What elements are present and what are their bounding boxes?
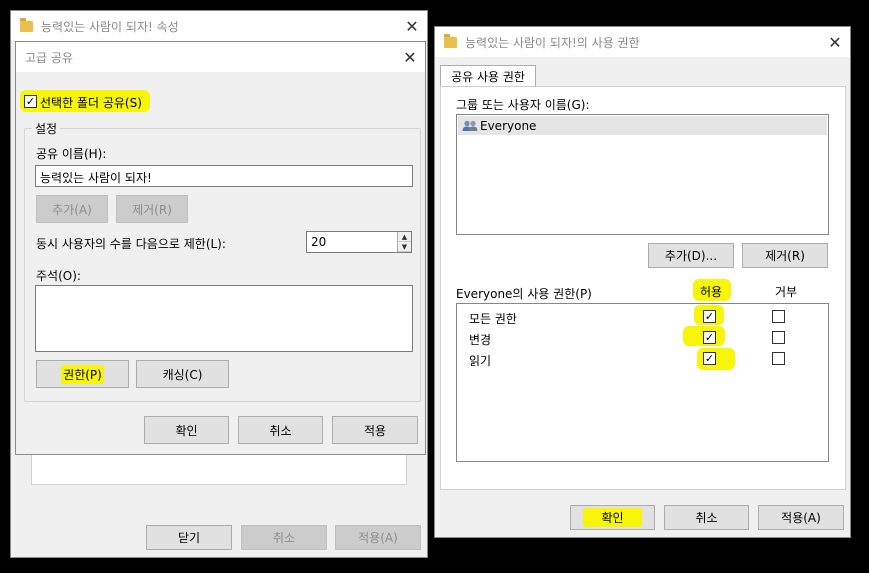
share-name-input[interactable]: 능력있는 사람이 되자! — [35, 165, 413, 187]
adv-apply-button[interactable]: 적용 — [332, 416, 418, 444]
adv-cancel-button[interactable]: 취소 — [238, 416, 323, 444]
perm-cancel-button[interactable]: 취소 — [664, 505, 749, 530]
add-share-button[interactable]: 추가(A) — [36, 195, 108, 223]
add-user-button[interactable]: 추가(D)... — [648, 243, 734, 268]
perm-ok-label: 확인 — [583, 508, 642, 527]
caching-button[interactable]: 캐싱(C) — [136, 360, 229, 388]
spin-down-icon[interactable]: ▼ — [398, 242, 411, 252]
users-listbox[interactable]: Everyone — [456, 114, 829, 235]
perm-apply-button[interactable]: 적용(A) — [758, 505, 844, 530]
user-limit-input[interactable]: 20 ▲ ▼ — [306, 231, 412, 253]
close-icon[interactable]: ✕ — [395, 42, 425, 72]
allow-change-checkbox[interactable]: ✓ — [703, 331, 716, 344]
allow-full-control-checkbox[interactable]: ✓ — [703, 310, 716, 323]
user-everyone: Everyone — [480, 118, 537, 133]
perm-row-change: 변경 — [469, 333, 492, 347]
permissions-button[interactable]: 권한(P) — [36, 360, 129, 388]
user-limit-stepper[interactable]: ▲ ▼ — [397, 232, 411, 252]
comment-label: 주석(O): — [36, 269, 81, 283]
deny-change-checkbox[interactable] — [772, 331, 785, 344]
tab-share-permissions[interactable]: 공유 사용 권한 — [440, 65, 536, 87]
adv-ok-button[interactable]: 확인 — [144, 416, 229, 444]
users-group-icon — [462, 120, 478, 132]
remove-user-button[interactable]: 제거(R) — [742, 243, 828, 268]
share-folder-checkbox[interactable]: ✓ — [24, 95, 37, 108]
props-close-button[interactable]: 닫기 — [146, 525, 232, 550]
properties-titlebar: 능력있는 사람이 되자! 속성 ✕ — [11, 11, 427, 41]
comment-textarea[interactable] — [35, 285, 413, 352]
close-icon[interactable]: ✕ — [397, 11, 427, 41]
share-name-label: 공유 이름(H): — [36, 147, 107, 161]
props-apply-button[interactable]: 적용(A) — [335, 525, 421, 550]
share-folder-label: 선택한 폴더 공유(S) — [40, 96, 142, 110]
advanced-sharing-title: 고급 공유 — [25, 50, 73, 65]
deny-read-checkbox[interactable] — [772, 352, 785, 365]
advanced-sharing-dialog: 고급 공유 ✕ ✓ 선택한 폴더 공유(S) 설정 공유 이름(H): 능력있는… — [15, 41, 426, 455]
allow-header: 허용 — [700, 285, 723, 299]
advanced-sharing-titlebar: 고급 공유 ✕ — [16, 42, 425, 72]
deny-full-control-checkbox[interactable] — [772, 310, 785, 323]
folder-icon — [20, 17, 33, 32]
close-icon[interactable]: ✕ — [820, 27, 850, 57]
settings-group-label: 설정 — [32, 120, 61, 137]
spin-up-icon[interactable]: ▲ — [398, 232, 411, 242]
perm-header-label: Everyone의 사용 권한(P) — [456, 287, 592, 301]
allow-read-checkbox[interactable]: ✓ — [703, 352, 716, 365]
list-item[interactable]: Everyone — [458, 116, 827, 135]
properties-title: 능력있는 사람이 되자! 속성 — [41, 19, 179, 34]
permissions-button-label: 권한(P) — [61, 364, 104, 384]
properties-content-box — [31, 451, 407, 485]
perm-row-full-control: 모든 권한 — [469, 312, 517, 326]
permissions-dialog: 능력있는 사람이 되자!의 사용 권한 ✕ 공유 사용 권한 그룹 또는 사용자… — [434, 26, 851, 538]
perm-ok-button[interactable]: 확인 — [570, 505, 655, 530]
user-limit-value: 20 — [311, 235, 327, 249]
permissions-titlebar: 능력있는 사람이 되자!의 사용 권한 ✕ — [435, 27, 850, 57]
remove-share-button[interactable]: 제거(R) — [116, 195, 188, 223]
perm-row-read: 읽기 — [469, 354, 492, 368]
folder-icon — [444, 33, 457, 48]
props-cancel-button[interactable]: 취소 — [241, 525, 327, 550]
deny-header: 거부 — [775, 285, 798, 299]
permissions-title: 능력있는 사람이 되자!의 사용 권한 — [465, 35, 640, 50]
user-limit-label: 동시 사용자의 수를 다음으로 제한(L): — [36, 237, 226, 251]
group-users-label: 그룹 또는 사용자 이름(G): — [456, 98, 590, 112]
